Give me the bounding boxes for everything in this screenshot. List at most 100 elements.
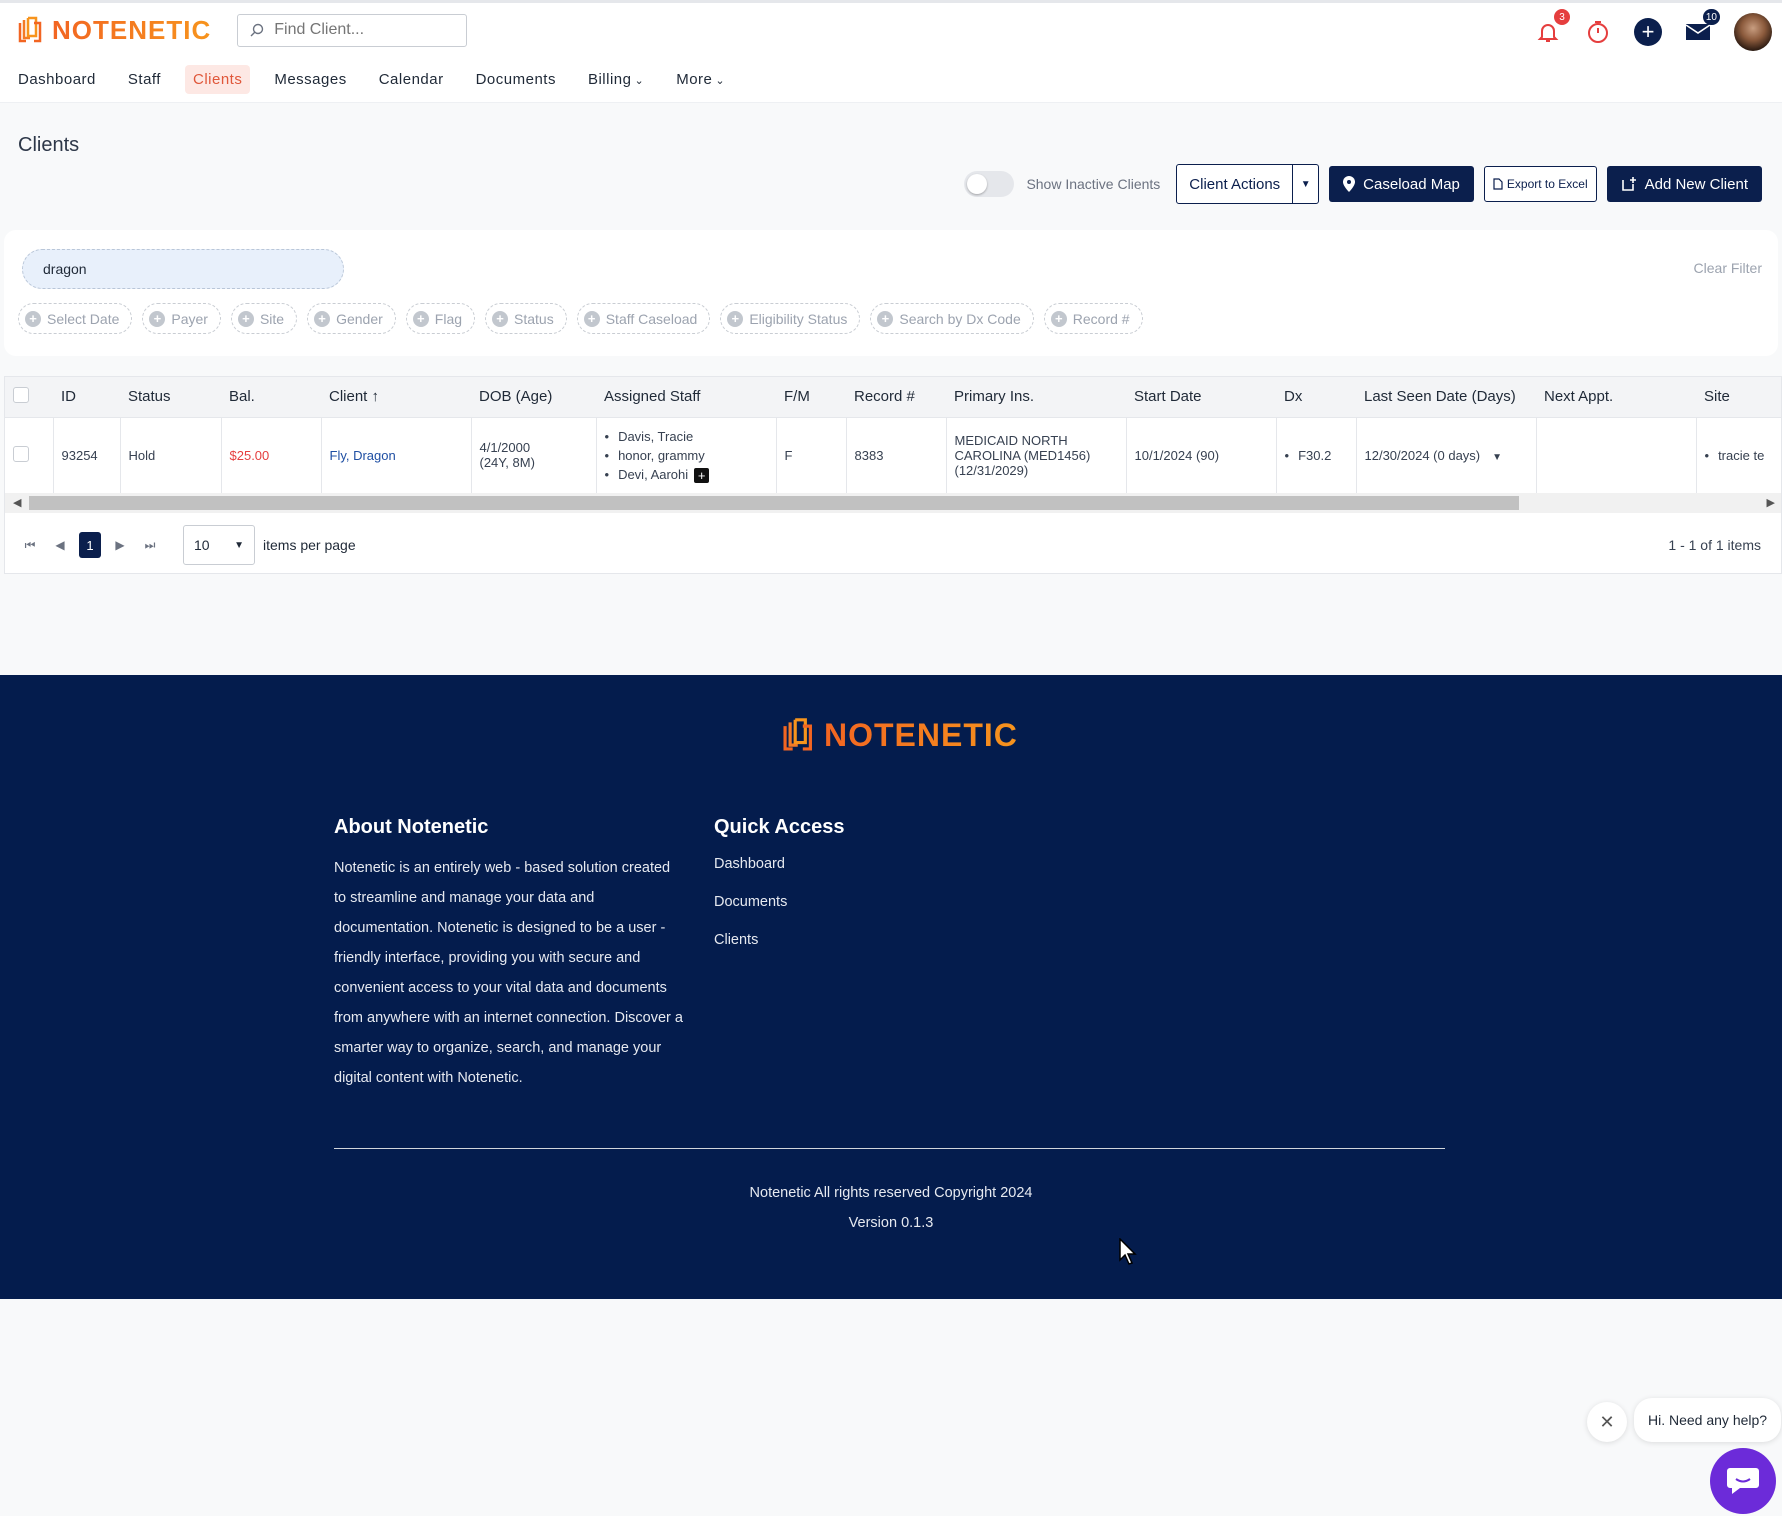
scroll-right-arrow-icon[interactable]: ▶ bbox=[1767, 496, 1775, 509]
page-size-select[interactable]: 10 ▼ bbox=[183, 525, 255, 565]
expand-staff-plus-icon[interactable]: + bbox=[694, 467, 710, 483]
scrollbar-thumb[interactable] bbox=[29, 496, 1519, 510]
first-page-icon[interactable]: ⏮ bbox=[19, 538, 41, 553]
pagination-info: 1 - 1 of 1 items bbox=[1668, 537, 1761, 553]
dx-list: F30.2 bbox=[1285, 446, 1348, 465]
nav-billing[interactable]: Billing ⌄ bbox=[580, 65, 652, 94]
main-nav: Dashboard Staff Clients Messages Calenda… bbox=[0, 57, 1782, 103]
filter-chip-eligibility-status[interactable]: + Eligibility Status bbox=[720, 303, 861, 334]
client-name-link[interactable]: Fly, Dragon bbox=[330, 448, 396, 463]
find-client-search[interactable] bbox=[237, 13, 468, 47]
row-select-cell bbox=[5, 417, 54, 493]
scroll-left-arrow-icon[interactable]: ◀ bbox=[13, 496, 21, 509]
notifications-button[interactable]: 3 bbox=[1534, 9, 1570, 46]
header-start-date[interactable]: Start Date bbox=[1126, 377, 1276, 418]
add-new-client-button[interactable]: Add New Client bbox=[1606, 166, 1762, 202]
quick-link-clients[interactable]: Clients bbox=[714, 929, 844, 951]
horizontal-scrollbar[interactable]: ◀ ▶ bbox=[5, 493, 1781, 513]
last-seen-value: 12/30/2024 (0 days) bbox=[1364, 447, 1481, 463]
select-all-header bbox=[5, 377, 53, 418]
find-client-input[interactable] bbox=[274, 21, 455, 39]
chat-launcher-button[interactable] bbox=[1710, 1448, 1776, 1514]
timer-button[interactable] bbox=[1584, 18, 1612, 46]
select-all-checkbox[interactable] bbox=[13, 386, 29, 403]
clear-filter-button[interactable]: Clear Filter bbox=[1694, 260, 1762, 276]
header-last-seen[interactable]: Last Seen Date (Days) bbox=[1356, 377, 1536, 418]
caret-down-icon[interactable]: ▼ bbox=[1492, 452, 1502, 463]
filter-chip-dx-code[interactable]: + Search by Dx Code bbox=[870, 303, 1034, 334]
filter-chip-record[interactable]: + Record # bbox=[1043, 303, 1143, 334]
filter-chip-staff-caseload[interactable]: + Staff Caseload bbox=[576, 303, 711, 334]
header-dx[interactable]: Dx bbox=[1276, 377, 1356, 418]
dob-value: 4/1/2000 bbox=[479, 440, 531, 456]
nav-clients[interactable]: Clients bbox=[184, 65, 251, 94]
header-id[interactable]: ID bbox=[53, 377, 120, 418]
export-excel-button[interactable]: Export to Excel bbox=[1483, 166, 1597, 202]
header-assigned-staff[interactable]: Assigned Staff bbox=[596, 377, 776, 418]
cell-dob: 4/1/2000 (24Y, 8M) bbox=[471, 417, 597, 493]
header-record[interactable]: Record # bbox=[846, 377, 946, 418]
plus-circle-icon: + bbox=[314, 310, 331, 327]
staff-name: Devi, Aarohi bbox=[618, 466, 689, 482]
filter-chip-payer[interactable]: + Payer bbox=[142, 303, 221, 334]
plus-circle-icon: + bbox=[412, 310, 429, 327]
filter-chips: + Select Date + Payer + Site + Gender + Flag … bbox=[18, 303, 1143, 334]
stopwatch-icon bbox=[1588, 21, 1608, 43]
nav-more[interactable]: More ⌄ bbox=[668, 65, 733, 94]
show-inactive-toggle[interactable] bbox=[964, 171, 1015, 197]
header-gender[interactable]: F/M bbox=[776, 377, 846, 418]
filter-chip-flag[interactable]: + Flag bbox=[405, 303, 476, 334]
header-balance[interactable]: Bal. bbox=[221, 377, 321, 418]
brand-logo[interactable]: NOTENETIC bbox=[16, 15, 211, 46]
search-icon bbox=[250, 23, 264, 37]
help-bubble[interactable]: Hi. Need any help? bbox=[1634, 1398, 1782, 1442]
quick-add-button[interactable]: + bbox=[1634, 18, 1662, 46]
quick-access-section: Quick Access Dashboard Documents Clients bbox=[714, 816, 844, 967]
cell-assigned-staff: Davis, Tracie honor, grammy Devi, Aarohi… bbox=[596, 417, 777, 493]
nav-messages[interactable]: Messages bbox=[266, 65, 354, 94]
table-row[interactable]: 93254 Hold $25.00 Fly, Dragon 4/1/2000 (2… bbox=[5, 417, 1781, 493]
envelope-icon bbox=[1685, 24, 1711, 40]
caseload-map-button[interactable]: Caseload Map bbox=[1329, 166, 1474, 202]
filter-chip-site[interactable]: + Site bbox=[230, 303, 298, 334]
nav-dashboard[interactable]: Dashboard bbox=[10, 65, 104, 94]
nav-billing-label: Billing bbox=[587, 71, 632, 88]
last-page-icon[interactable]: ⏭ bbox=[139, 538, 161, 553]
plus-circle-icon: + bbox=[149, 310, 166, 327]
header-site[interactable]: Site bbox=[1696, 377, 1781, 418]
top-bar: NOTENETIC 3 + 10 bbox=[0, 3, 1782, 57]
cell-id: 93254 bbox=[53, 417, 121, 493]
filter-chip-gender[interactable]: + Gender bbox=[307, 303, 396, 334]
nav-staff[interactable]: Staff bbox=[120, 65, 169, 94]
filter-chip-status[interactable]: + Status bbox=[485, 303, 567, 334]
nav-documents[interactable]: Documents bbox=[468, 65, 564, 94]
filter-chip-select-date[interactable]: + Select Date bbox=[18, 303, 133, 334]
close-icon: ✕ bbox=[1599, 1411, 1615, 1432]
user-avatar[interactable] bbox=[1734, 13, 1772, 51]
cell-start-date: 10/1/2024 (90) bbox=[1126, 417, 1277, 493]
current-page[interactable]: 1 bbox=[79, 532, 101, 558]
prev-page-icon[interactable]: ◀ bbox=[49, 538, 71, 552]
quick-link-documents[interactable]: Documents bbox=[714, 891, 844, 913]
header-dob[interactable]: DOB (Age) bbox=[471, 377, 596, 418]
message-count-badge: 10 bbox=[1702, 9, 1720, 25]
chevron-down-icon: ⌄ bbox=[634, 75, 645, 87]
header-next-appt[interactable]: Next Appt. bbox=[1536, 377, 1696, 418]
close-help-button[interactable]: ✕ bbox=[1587, 1402, 1627, 1442]
row-checkbox[interactable] bbox=[13, 445, 29, 462]
header-primary-ins[interactable]: Primary Ins. bbox=[946, 377, 1126, 418]
next-page-icon[interactable]: ▶ bbox=[109, 538, 131, 552]
header-status[interactable]: Status bbox=[120, 377, 221, 418]
client-actions-dropdown[interactable]: Client Actions ▼ bbox=[1176, 164, 1320, 204]
nav-calendar[interactable]: Calendar bbox=[371, 65, 452, 94]
staff-name: Davis, Tracie bbox=[618, 428, 694, 444]
staff-item: Devi, Aarohi + bbox=[605, 465, 768, 484]
footer-brand-name: NOTENETIC bbox=[824, 716, 1018, 753]
messages-button[interactable]: 10 bbox=[1684, 9, 1720, 46]
cell-next-appt bbox=[1536, 417, 1697, 493]
cell-status: Hold bbox=[120, 417, 222, 493]
quick-link-dashboard[interactable]: Dashboard bbox=[714, 853, 844, 875]
header-client[interactable]: Client ↑ bbox=[321, 377, 471, 418]
logo-mark-icon bbox=[783, 718, 812, 751]
client-filter-search[interactable]: dragon bbox=[22, 249, 344, 289]
